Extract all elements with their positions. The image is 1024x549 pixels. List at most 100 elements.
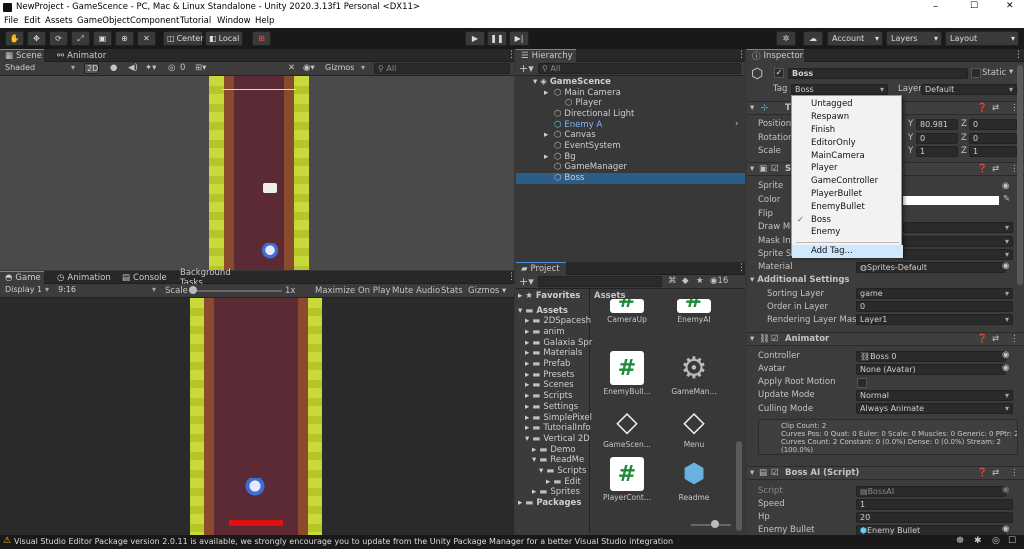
hierarchy-item[interactable]: ▸ ⬡ Main Camera bbox=[544, 87, 621, 98]
inspector-scrollbar[interactable] bbox=[1017, 65, 1023, 285]
create-plus-icon[interactable]: +▾ bbox=[519, 275, 534, 288]
position-z-field[interactable]: 0 bbox=[969, 119, 1017, 130]
expand-arrow-icon[interactable]: ▸ bbox=[525, 413, 529, 423]
scene-search-input[interactable]: ⚲ All bbox=[374, 63, 510, 74]
layer-dropdown[interactable]: Default bbox=[921, 84, 1017, 95]
component-menu-icon[interactable]: ⋮ bbox=[1010, 468, 1019, 478]
scale-y-field[interactable]: 1 bbox=[916, 146, 958, 157]
expand-arrow-icon[interactable]: ▸ bbox=[525, 359, 529, 369]
component-enabled-checkbox[interactable]: ☑ bbox=[771, 468, 779, 478]
account-dropdown[interactable]: Account ▾ bbox=[827, 31, 883, 46]
expand-arrow-icon[interactable]: ▸ bbox=[525, 327, 529, 337]
enemy-bullet-field[interactable]: ⬢Enemy Bullet bbox=[856, 525, 1006, 535]
expand-arrow-icon[interactable]: ▸ bbox=[525, 348, 529, 358]
cache-icon[interactable]: ◎ bbox=[992, 536, 1000, 546]
scale-z-field[interactable]: 1 bbox=[969, 146, 1017, 157]
expand-arrow-icon[interactable]: ▸ bbox=[525, 338, 529, 348]
avatar-field[interactable]: None (Avatar) bbox=[856, 364, 1006, 375]
expand-arrow-icon[interactable]: ▸ bbox=[525, 391, 529, 401]
hierarchy-item[interactable]: ⬡ Enemy A bbox=[544, 119, 602, 130]
expand-arrow-icon[interactable]: ▸ bbox=[525, 380, 529, 390]
debug-icon[interactable]: ✱ bbox=[974, 536, 982, 546]
hierarchy-search-input[interactable]: ⚲ All bbox=[538, 63, 741, 74]
collab-status-icon[interactable]: ☐ bbox=[1008, 536, 1016, 546]
effects-icon[interactable]: ✦▾ bbox=[145, 63, 156, 73]
component-enabled-checkbox[interactable]: ☑ bbox=[771, 334, 779, 344]
static-dropdown-arrow[interactable]: ▾ bbox=[1009, 67, 1013, 77]
expand-arrow-icon[interactable]: ▸ bbox=[546, 477, 550, 487]
expand-arrow-icon[interactable]: ▸ bbox=[518, 498, 522, 508]
expand-arrow-icon[interactable]: ▸ bbox=[532, 487, 536, 497]
asset-tile[interactable]: ⚙ GameMan... bbox=[666, 351, 722, 397]
camera-icon[interactable]: ◉▾ bbox=[303, 63, 315, 73]
menu-gameobject[interactable]: GameObject bbox=[77, 16, 130, 26]
boss-ai-header[interactable]: ▾ ▤ ☑ Boss AI (Script) ❓ ⇄ ⋮ bbox=[747, 466, 1024, 480]
project-folder-item[interactable]: ▸ ▬ SimplePixel bbox=[525, 412, 592, 423]
help-icon[interactable]: ❓ bbox=[977, 164, 988, 174]
hierarchy-item[interactable]: ⬡ Directional Light bbox=[544, 108, 634, 119]
gizmos-dropdown[interactable]: Gizmos bbox=[322, 63, 368, 74]
shading-mode-dropdown[interactable]: Shaded bbox=[2, 63, 78, 74]
expand-arrow-icon[interactable]: ▸ bbox=[525, 423, 529, 433]
pivot-center-button[interactable]: ◫ Center bbox=[163, 31, 204, 46]
display-dropdown[interactable]: Display 1 bbox=[2, 285, 52, 296]
play-button[interactable]: ▶ bbox=[465, 31, 485, 46]
hierarchy-menu-icon[interactable]: ⋮ bbox=[737, 50, 746, 60]
asset-tile[interactable]: # EnemyBull... bbox=[599, 351, 655, 396]
tab-inspector[interactable]: ⓘ Inspector bbox=[747, 49, 804, 62]
audio-icon[interactable]: ◀) bbox=[128, 63, 138, 73]
rotation-z-field[interactable]: 0 bbox=[969, 133, 1017, 144]
maximize-on-play-toggle[interactable]: Maximize On Play bbox=[315, 286, 390, 296]
tag-option[interactable]: Untagged bbox=[792, 98, 903, 111]
preset-icon[interactable]: ⇄ bbox=[992, 334, 999, 344]
project-folder-item[interactable]: ▸ ▬ Galaxia Spr bbox=[525, 337, 592, 348]
maximize-button[interactable]: ☐ bbox=[970, 1, 978, 11]
scale-slider[interactable] bbox=[190, 290, 282, 292]
tab-animation[interactable]: ◷ Animation bbox=[52, 271, 112, 284]
favorite-star-icon[interactable]: ★ bbox=[696, 276, 704, 286]
help-icon[interactable]: ❓ bbox=[977, 103, 988, 113]
menu-edit[interactable]: Edit bbox=[24, 16, 40, 26]
tab-console[interactable]: ▤ Console bbox=[117, 271, 167, 284]
menu-help[interactable]: Help bbox=[255, 16, 274, 26]
menu-component[interactable]: Component bbox=[130, 16, 179, 26]
rotation-y-field[interactable]: 0 bbox=[916, 133, 958, 144]
project-folder-item[interactable]: ▸ ▬ Materials bbox=[525, 348, 582, 359]
tab-scene[interactable]: ▦ Scene bbox=[0, 49, 44, 62]
expand-arrow-icon[interactable]: ▸ bbox=[532, 445, 536, 455]
tag-option[interactable]: EditorOnly bbox=[792, 136, 903, 149]
menu-file[interactable]: File bbox=[4, 16, 18, 26]
icon-size-handle[interactable] bbox=[711, 520, 719, 528]
minimize-button[interactable]: – bbox=[933, 1, 938, 12]
rendering-layer-mask-dropdown[interactable]: Layer1 bbox=[856, 314, 1013, 325]
object-picker-icon[interactable]: ◉ bbox=[1002, 181, 1009, 191]
project-folder-item[interactable]: ▸ ▬ Settings bbox=[525, 401, 578, 412]
sprite-sort-point-dropdown[interactable] bbox=[903, 249, 1013, 260]
scene-menu-icon[interactable]: ⋮ bbox=[507, 50, 516, 60]
inspector-menu-icon[interactable]: ⋮ bbox=[1014, 50, 1023, 60]
add-tag-option[interactable]: Add Tag... bbox=[792, 244, 903, 258]
help-icon[interactable]: ❓ bbox=[977, 468, 988, 478]
tag-option[interactable]: Enemy bbox=[792, 226, 903, 239]
draw-mode-dropdown[interactable] bbox=[903, 222, 1013, 233]
expand-arrow-icon[interactable]: ▸ bbox=[544, 152, 551, 162]
2d-toggle[interactable]: 2D bbox=[84, 63, 99, 74]
camera-gizmo-icon[interactable] bbox=[263, 183, 277, 193]
expand-arrow-icon[interactable]: ▾ bbox=[532, 455, 536, 465]
material-field[interactable]: ◍Sprites-Default bbox=[856, 262, 1006, 273]
asset-tile[interactable]: ◇ Menu bbox=[666, 404, 722, 450]
pause-button[interactable]: ❚❚ bbox=[487, 31, 507, 46]
grid-snap-button[interactable]: ⊞ bbox=[252, 31, 271, 46]
expand-arrow-icon[interactable]: ▾ bbox=[518, 306, 522, 316]
tag-option[interactable]: MainCamera bbox=[792, 149, 903, 162]
controller-field[interactable]: ⛓Boss 0 bbox=[856, 351, 1006, 362]
culling-mode-dropdown[interactable]: Always Animate bbox=[856, 403, 1013, 414]
additional-settings-foldout[interactable]: ▾ Additional Settings bbox=[750, 275, 850, 285]
tab-hierarchy[interactable]: ☰ Hierarchy bbox=[516, 49, 576, 62]
object-picker-icon[interactable]: ◉ bbox=[1002, 350, 1009, 360]
project-folder-item[interactable]: ▾ ▬ Vertical 2D bbox=[525, 433, 590, 444]
tab-project[interactable]: ▰ Project bbox=[516, 262, 566, 275]
filter-type-icon[interactable]: ⌘ bbox=[668, 276, 677, 286]
menu-assets[interactable]: Assets bbox=[45, 16, 73, 26]
project-search-input[interactable] bbox=[538, 276, 662, 287]
